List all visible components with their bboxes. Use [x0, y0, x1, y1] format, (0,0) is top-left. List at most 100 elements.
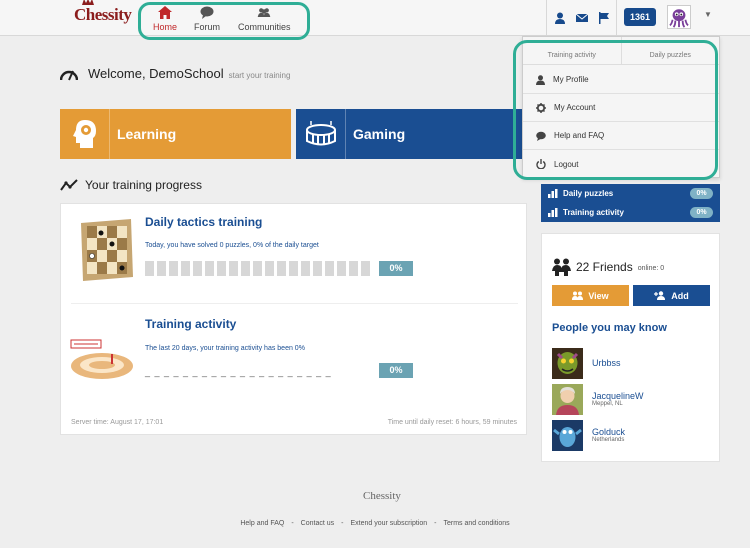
- person-info: Golduck Netherlands: [592, 427, 625, 443]
- person-name[interactable]: Golduck: [592, 427, 625, 437]
- add-user-icon: [654, 291, 666, 300]
- footer-link-subscription[interactable]: Extend your subscription: [350, 520, 427, 527]
- octopus-avatar-icon: [669, 9, 689, 28]
- progress-heading: Your training progress: [60, 178, 202, 192]
- stats-panel: Daily puzzles 0% Training activity 0%: [541, 184, 720, 222]
- footer-logo[interactable]: Chessity: [363, 490, 401, 502]
- daily-percent-badge: 0%: [379, 261, 413, 276]
- stat-label: Training activity: [563, 208, 624, 217]
- add-label: Add: [671, 290, 689, 301]
- separator: -: [434, 520, 437, 527]
- suggested-person[interactable]: Urbbss: [552, 347, 717, 379]
- chessboard-icon: [81, 219, 133, 281]
- friends-count[interactable]: 22 Friends: [576, 260, 633, 274]
- footer-logo-text: Chessity: [363, 490, 401, 502]
- progress-segment: [277, 261, 286, 276]
- user-menu-area: 1361 ▼: [546, 0, 750, 36]
- person-info: JacquelineW Meppel, NL: [592, 391, 644, 407]
- stat-value: 0%: [690, 207, 713, 218]
- chevron-down-icon[interactable]: ▼: [704, 10, 712, 19]
- friends-panel: 22 Friends online: 0 View Add People you…: [541, 233, 720, 462]
- bar-chart-icon: [548, 189, 558, 198]
- gaming-label: Gaming: [353, 126, 406, 142]
- progress-segment: [241, 261, 250, 276]
- flag-icon[interactable]: [598, 12, 610, 24]
- progress-segment: [313, 261, 322, 276]
- footer-link-contact[interactable]: Contact us: [301, 520, 334, 527]
- person-name[interactable]: JacquelineW: [592, 391, 644, 401]
- logo-text: Chessity: [74, 5, 132, 24]
- separator: -: [341, 520, 344, 527]
- progress-segment: [157, 261, 166, 276]
- welcome-row: Welcome, DemoSchool start your training: [60, 66, 290, 81]
- mail-icon[interactable]: [576, 12, 588, 24]
- logo-crown-icon: [82, 0, 94, 5]
- activity-percent-badge: 0%: [379, 363, 413, 378]
- progress-segment: [301, 261, 310, 276]
- training-activity-text: The last 20 days, your training activity…: [145, 345, 305, 352]
- view-label: View: [588, 290, 609, 301]
- training-activity-title[interactable]: Training activity: [145, 317, 236, 331]
- suggested-person[interactable]: Golduck Netherlands: [552, 419, 717, 451]
- learning-button[interactable]: Learning: [60, 109, 291, 159]
- progress-segment: [253, 261, 262, 276]
- progress-segment: [361, 261, 370, 276]
- server-time: Server time: August 17, 17:01: [71, 419, 164, 426]
- progress-segment: [217, 261, 226, 276]
- progress-segment: [205, 261, 214, 276]
- divider: [616, 0, 617, 36]
- rating-badge[interactable]: 1361: [624, 8, 656, 26]
- people-you-may-know-title: People you may know: [552, 322, 667, 334]
- welcome-subtitle: start your training: [228, 70, 291, 80]
- person-location: Meppel, NL: [592, 401, 623, 407]
- person-info: Urbbss: [592, 358, 621, 368]
- user-icon[interactable]: [554, 12, 566, 24]
- stat-value: 0%: [690, 188, 713, 199]
- progress-segment: [193, 261, 202, 276]
- footer-links: Help and FAQ - Contact us - Extend your subs…: [0, 520, 750, 527]
- daily-tactics-title[interactable]: Daily tactics training: [145, 215, 262, 229]
- friends-icon: [552, 258, 571, 276]
- footer-link-help[interactable]: Help and FAQ: [240, 520, 284, 527]
- activity-day-markers: _ _ _ _ _ _ _ _ _ _ _ _ _ _ _ _ _ _ _ _: [145, 367, 332, 377]
- progress-segment: [265, 261, 274, 276]
- progress-segment: [325, 261, 334, 276]
- progress-segment: [145, 261, 154, 276]
- group-icon: [572, 291, 584, 300]
- avatar: [552, 347, 583, 379]
- person-name[interactable]: Urbbss: [592, 358, 621, 368]
- progress-segment: [337, 261, 346, 276]
- stadium-icon: [305, 121, 336, 146]
- progress-segment: [289, 261, 298, 276]
- race-track-icon: [70, 339, 133, 379]
- head-gear-icon: [72, 120, 96, 148]
- progress-title: Your training progress: [85, 178, 202, 192]
- view-friends-button[interactable]: View: [552, 285, 629, 306]
- bar-chart-icon: [548, 208, 558, 217]
- person-location: Netherlands: [592, 437, 625, 443]
- gauge-icon: [60, 70, 78, 80]
- friends-heading: 22 Friends online: 0: [552, 258, 664, 276]
- top-navigation-bar: Chessity Home Forum Communities 1361 ▼: [0, 0, 750, 36]
- friends-online-count: online: 0: [637, 265, 665, 272]
- daily-tactics-text: Today, you have solved 0 puzzles, 0% of …: [145, 242, 319, 249]
- stat-daily-puzzles[interactable]: Daily puzzles 0%: [541, 184, 720, 203]
- daily-reset-time: Time until daily reset: 6 hours, 59 minu…: [387, 419, 517, 426]
- user-avatar[interactable]: [667, 5, 691, 29]
- divider: [71, 303, 518, 304]
- progress-segment: [169, 261, 178, 276]
- add-friend-button[interactable]: Add: [633, 285, 710, 306]
- separator: -: [291, 520, 294, 527]
- suggested-person[interactable]: JacquelineW Meppel, NL: [552, 383, 717, 415]
- dropdown-highlight-annotation: [513, 40, 718, 180]
- progress-segment: [229, 261, 238, 276]
- avatar: [552, 383, 583, 415]
- stat-training-activity[interactable]: Training activity 0%: [541, 203, 720, 222]
- learning-icon-box: [60, 109, 110, 159]
- gaming-button[interactable]: Gaming: [296, 109, 527, 159]
- chessity-logo[interactable]: Chessity: [74, 0, 132, 25]
- stat-label: Daily puzzles: [563, 189, 614, 198]
- welcome-greeting: Welcome, DemoSchool: [88, 66, 224, 81]
- avatar: [552, 419, 583, 451]
- footer-link-terms[interactable]: Terms and conditions: [443, 520, 509, 527]
